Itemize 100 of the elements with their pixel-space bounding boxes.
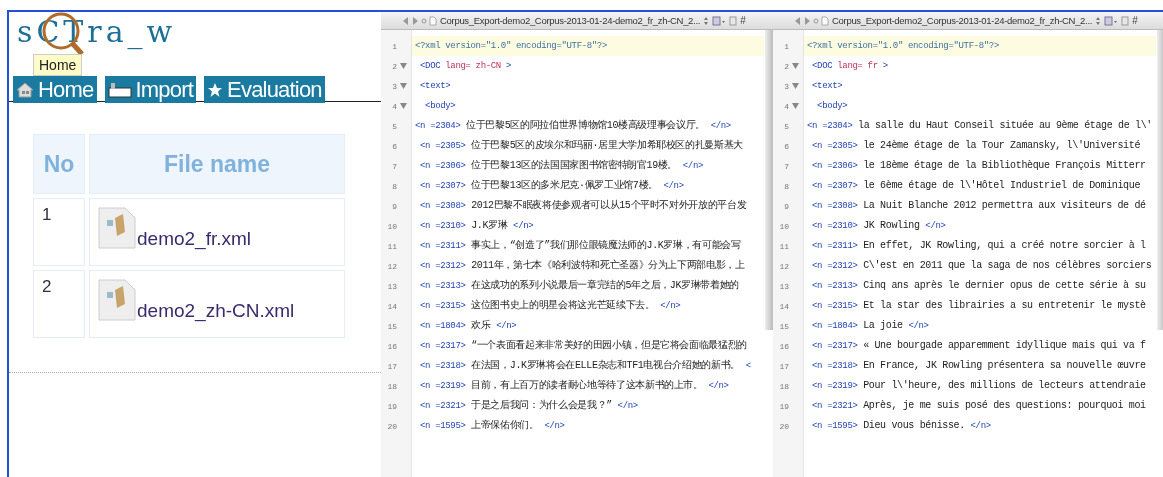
fold-triangle-icon[interactable]: [792, 62, 799, 69]
code-line: <n =2319> Pour l\'heure, des millions de lecteurs attendraie: [811, 379, 1147, 393]
code-line: <n =2317> “一个表面看起来非常美好的田园小镇，但是它将会面临最猛烈的: [419, 338, 749, 353]
line-number: 4: [784, 101, 789, 111]
code-line: <n =2319> 目前，有上百万的读者耐心地等待了这本新书的上市。 </n>: [419, 378, 730, 393]
line-number: 4: [392, 101, 397, 111]
scrollbar[interactable]: [765, 30, 773, 330]
code-line: <DOC lang= fr >: [811, 60, 889, 73]
code-line: <n =2315> Et la star des librairies a su entretenir le mystè: [811, 299, 1147, 313]
line-number: 2: [392, 61, 397, 71]
document-icon[interactable]: [729, 15, 738, 26]
line-number: 15: [779, 321, 789, 331]
line-number: 10: [779, 221, 789, 231]
code-line: <n =2311> 事实上，“创造了”我们那位眼镜魔法师的J.K罗琳，有可能会写: [419, 238, 742, 253]
forward-arrow-icon[interactable]: [412, 16, 418, 25]
line-number: 8: [392, 181, 397, 191]
fold-triangle-icon[interactable]: [792, 102, 799, 109]
line-number: 12: [779, 261, 789, 271]
toolbar-icon[interactable]: [712, 15, 727, 26]
back-arrow-icon[interactable]: [795, 16, 801, 25]
code-line: <n =2307> 位于巴黎13区的多米尼克·佩罗工业馆7楼。 </n>: [419, 178, 685, 193]
code-line: <n =2305> 位于巴黎5区的皮埃尔和玛丽·居里大学加希耶校区的扎曼斯基大: [419, 138, 745, 153]
line-number: 18: [779, 381, 789, 391]
file-icon: [813, 15, 829, 26]
line-number: 6: [784, 141, 789, 151]
line-number: 20: [779, 421, 789, 431]
document-icon: [97, 278, 137, 322]
code-line: <n =2307> le 6ème étage de l\'Hôtel Industriel de Dominique: [811, 179, 1142, 193]
fold-triangle-icon[interactable]: [400, 62, 407, 69]
code-line: <n =2308> 2012巴黎不眠夜将使参观者可以从15个平时不对外开放的平台发: [419, 198, 748, 213]
code-line: <n =1804> 欢乐 </n>: [419, 319, 518, 333]
code-line: <n =1804> La joie </n>: [811, 319, 930, 333]
line-number: 2: [784, 61, 789, 71]
hash-button[interactable]: #: [1132, 15, 1138, 26]
code-line: <n =2312> C\'est en 2011 que la saga de nos célèbres sorciers: [811, 259, 1153, 273]
line-number: 19: [387, 401, 397, 411]
code-line: <n =1595> Dieu vous bénisse. </n>: [811, 419, 992, 433]
code-line: <n =2321> 于是之后我问：为什么会是我？” </n>: [419, 398, 639, 413]
line-number: 15: [387, 321, 397, 331]
code-line: <n =1595> 上帝保佑你们。 </n>: [419, 418, 566, 433]
code-line: <n =2321> Après, je me suis posé des questions: pourquoi moi: [811, 399, 1147, 413]
tab-title[interactable]: Corpus_Export-demo2_Corpus-2013-01-24-demo2_fr_zh-CN_2...: [832, 15, 1093, 26]
code-line: <n =2312> 2011年，第七本《哈利波特和死亡圣器》分为上下两部电影，上: [419, 258, 746, 273]
line-number: 9: [392, 201, 397, 211]
nav-button[interactable]: Import: [104, 76, 197, 103]
code-line: <n =2306> le 18ème étage de la Bibliothèque François Mitterr: [811, 159, 1147, 173]
line-number: 14: [387, 301, 397, 311]
code-line: <n =2304> la salle du Haut Conseil située au 9ème étage de l\': [806, 119, 1153, 133]
scrollbar[interactable]: [1157, 30, 1163, 330]
nav-button[interactable]: Evaluation: [204, 76, 325, 103]
forward-arrow-icon[interactable]: [804, 16, 810, 25]
line-number: 7: [392, 161, 397, 171]
table-cell: 2: [33, 270, 85, 338]
code-line: <n =2304> 位于巴黎5区的阿拉伯世界博物馆10楼高级理事会议厅。 </n>: [414, 118, 732, 133]
back-arrow-icon[interactable]: [403, 16, 409, 25]
line-number: 3: [392, 81, 397, 91]
star-icon: [207, 81, 224, 98]
line-number: 11: [779, 241, 789, 251]
file-icon: [421, 15, 437, 26]
code-line: <n =2308> La Nuit Blanche 2012 permettra aux visiteurs de dé: [811, 199, 1147, 213]
file-link[interactable]: demo2_zh-CN.xml: [137, 300, 295, 322]
line-number: 3: [784, 81, 789, 91]
fold-triangle-icon[interactable]: [400, 102, 407, 109]
line-number: 17: [779, 361, 789, 371]
fold-triangle-icon[interactable]: [792, 82, 799, 89]
code-line: <n =2306> 位于巴黎13区的法国国家图书馆密特朗官19楼。 </n>: [419, 158, 704, 173]
code-line: <n =2318> 在法国，J.K罗琳将会在ELLE杂志和TF1电视台介绍她的新书。 <: [419, 358, 752, 373]
document-icon[interactable]: [1121, 15, 1130, 26]
code-line: <body>: [424, 100, 457, 113]
tray-icon: [107, 81, 132, 98]
line-number: 13: [779, 281, 789, 291]
line-number: 19: [779, 401, 789, 411]
code-line: <n =2317> « Une bourgade apparemment idyllique mais qui va f: [811, 339, 1147, 353]
hash-button[interactable]: #: [740, 15, 746, 26]
line-number: 20: [387, 421, 397, 431]
line-number: 11: [387, 241, 397, 251]
code-line: <DOC lang= zh-CN >: [419, 60, 512, 73]
line-number: 12: [387, 261, 397, 271]
line-number: 5: [392, 121, 397, 131]
line-number: 18: [387, 381, 397, 391]
code-line: <n =2310> J.K罗琳 </n>: [419, 218, 535, 233]
column-header: No: [33, 134, 85, 194]
line-number: 6: [392, 141, 397, 151]
line-number: 14: [779, 301, 789, 311]
code-line: <n =2310> JK Rowling </n>: [811, 219, 947, 233]
toolbar-icon[interactable]: [1104, 15, 1119, 26]
line-number: 1: [784, 41, 789, 51]
nav-button[interactable]: Home: [13, 76, 97, 103]
line-number: 7: [784, 161, 789, 171]
line-number: 8: [784, 181, 789, 191]
file-link[interactable]: demo2_fr.xml: [137, 228, 252, 250]
line-number: 1: [392, 41, 397, 51]
stepper-icon[interactable]: [703, 15, 710, 26]
code-line: <text>: [811, 80, 844, 93]
fold-triangle-icon[interactable]: [400, 82, 407, 89]
line-number: 9: [784, 201, 789, 211]
home-icon: [16, 81, 34, 98]
tab-title[interactable]: Corpus_Export-demo2_Corpus-2013-01-24-demo2_fr_zh-CN_2...: [440, 15, 701, 26]
stepper-icon[interactable]: [1095, 15, 1102, 26]
code-line: <body>: [816, 100, 849, 113]
